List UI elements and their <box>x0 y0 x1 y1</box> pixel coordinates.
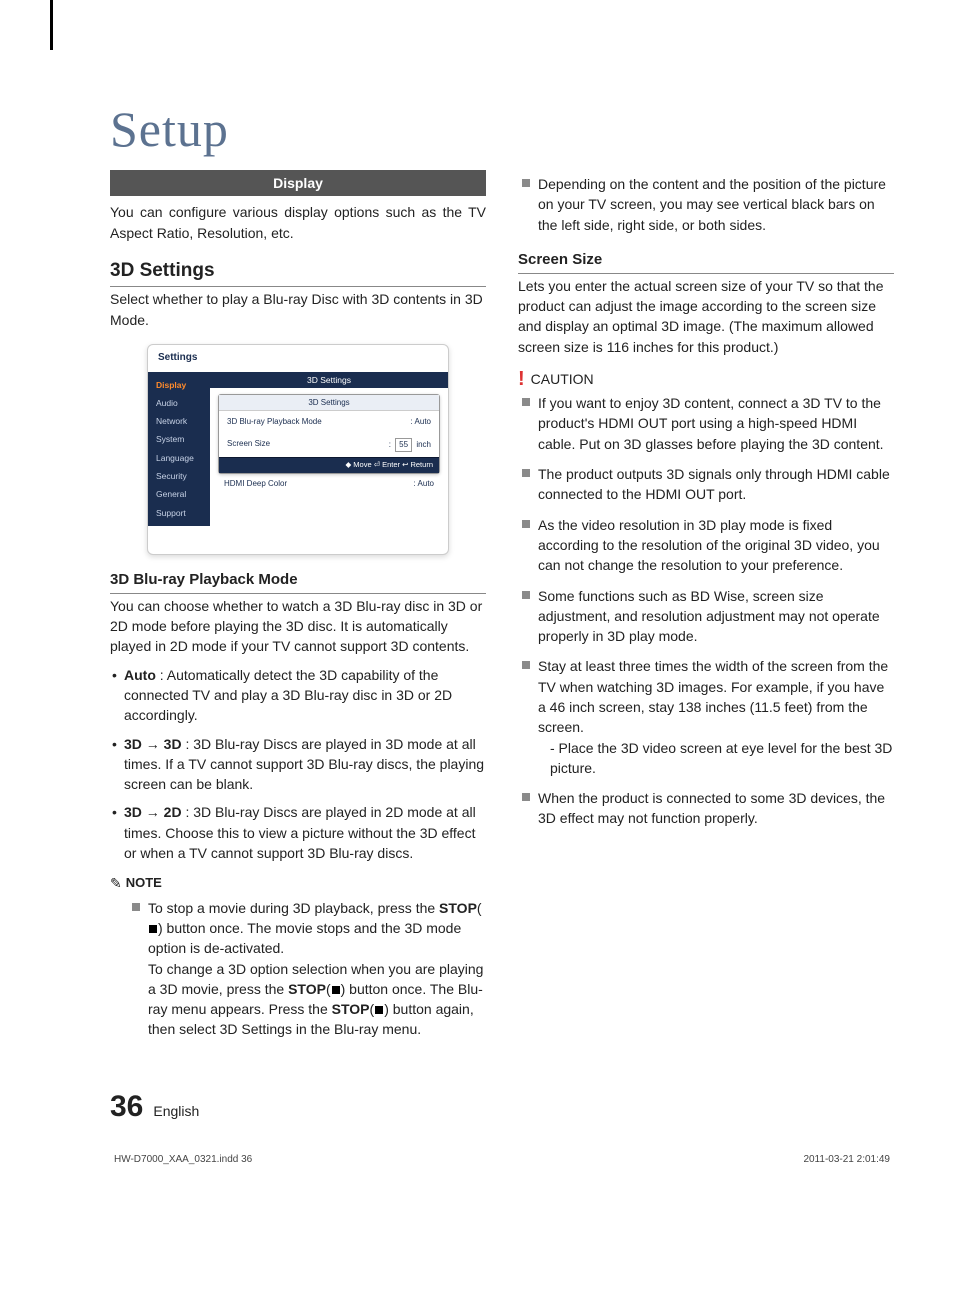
sidebar-item-audio: Audio <box>148 394 210 412</box>
sidebar-item-display: Display <box>148 376 210 394</box>
sidebar-item-language: Language <box>148 449 210 467</box>
stop-2: STOP <box>288 981 326 997</box>
right-intro: Depending on the content and the positio… <box>522 174 894 235</box>
page-footer: 36 English <box>110 1090 894 1124</box>
intro-text: You can configure various display option… <box>110 202 486 243</box>
stop-icon <box>149 925 157 933</box>
panel-sidebar: Display Audio Network System Language Se… <box>148 372 210 527</box>
sidebar-item-support: Support <box>148 504 210 522</box>
sidebar-item-network: Network <box>148 412 210 430</box>
right-column: Depending on the content and the positio… <box>518 170 894 1050</box>
note-heading: ✎ NOTE <box>110 873 486 893</box>
row2-suffix: inch <box>416 440 431 449</box>
caution-item-0: If you want to enjoy 3D content, connect… <box>522 393 894 454</box>
note-item: To stop a movie during 3D playback, pres… <box>132 898 486 1040</box>
row1-label: 3D Blu-ray Playback Mode <box>227 416 322 428</box>
stop-1: STOP <box>439 900 477 916</box>
caution-list: If you want to enjoy 3D content, connect… <box>518 393 894 829</box>
screen-size-desc: Lets you enter the actual screen size of… <box>518 276 894 357</box>
dialog-title: 3D Settings <box>219 395 439 412</box>
bottom-label: HDMI Deep Color <box>224 478 287 490</box>
bottom-value: : Auto <box>414 478 434 490</box>
section-banner-display: Display <box>110 170 486 196</box>
row2-value: : 55 inch <box>389 438 431 452</box>
panel-title: Settings <box>148 345 448 372</box>
right-intro-list: Depending on the content and the positio… <box>518 174 894 235</box>
heading-3d-settings: 3D Settings <box>110 257 486 288</box>
option-auto-label: Auto <box>124 667 156 683</box>
row1-value: : Auto <box>411 416 431 428</box>
option-3d2d: 3D → 2D : 3D Blu-ray Discs are played in… <box>110 802 486 863</box>
heading-screen-size: Screen Size <box>518 249 894 274</box>
caution-heading: ! CAUTION <box>518 369 894 389</box>
caution-item-last: When the product is connected to some 3D… <box>522 788 894 829</box>
left-column: Display You can configure various displa… <box>110 170 486 1050</box>
playback-desc: You can choose whether to watch a 3D Blu… <box>110 596 486 657</box>
panel-main-header: 3D Settings <box>210 372 448 388</box>
dialog-3d-settings: 3D Settings 3D Blu-ray Playback Mode : A… <box>218 394 440 474</box>
caution-stay-sub: - Place the 3D video screen at eye level… <box>538 738 894 779</box>
note-list: To stop a movie during 3D playback, pres… <box>110 898 486 1040</box>
stop-3: STOP <box>332 1001 370 1017</box>
print-footer: HW-D7000_XAA_0321.indd 36 2011-03-21 2:0… <box>110 1154 894 1165</box>
page-language: English <box>153 1103 199 1119</box>
sidebar-item-security: Security <box>148 467 210 485</box>
playback-options-list: Auto : Automatically detect the 3D capab… <box>110 665 486 864</box>
row2-prefix: : <box>389 440 391 449</box>
print-right: 2011-03-21 2:01:49 <box>803 1154 890 1165</box>
panel-bottom-row: HDMI Deep Color : Auto <box>216 474 442 490</box>
option-3d3d-label: 3D → 3D <box>124 736 182 752</box>
note-a: To stop a movie during 3D playback, pres… <box>148 900 439 916</box>
caution-item-3: Some functions such as BD Wise, screen s… <box>522 586 894 647</box>
settings-panel: Settings Display Audio Network System La… <box>147 344 449 555</box>
stop-icon <box>375 1006 383 1014</box>
page-title: Setup <box>110 100 894 158</box>
panel-main: 3D Settings 3D Settings 3D Blu-ray Playb… <box>210 372 448 527</box>
option-auto-text: : Automatically detect the 3D capability… <box>124 667 452 724</box>
caution-item-2: As the video resolution in 3D play mode … <box>522 515 894 576</box>
option-3d3d: 3D → 3D : 3D Blu-ray Discs are played in… <box>110 734 486 795</box>
settings3d-desc: Select whether to play a Blu-ray Disc wi… <box>110 289 486 330</box>
sidebar-item-general: General <box>148 485 210 503</box>
note-icon: ✎ <box>110 873 122 893</box>
caution-stay-text: Stay at least three times the width of t… <box>538 658 888 735</box>
print-left: HW-D7000_XAA_0321.indd 36 <box>114 1154 252 1165</box>
heading-playback-mode: 3D Blu-ray Playback Mode <box>110 569 486 594</box>
page-number: 36 <box>110 1090 143 1124</box>
note-label: NOTE <box>126 874 162 893</box>
row2-label: Screen Size <box>227 438 270 452</box>
note-b: ) button once. The movie stops and the 3… <box>148 920 461 956</box>
option-auto: Auto : Automatically detect the 3D capab… <box>110 665 486 726</box>
caution-icon: ! <box>518 372 525 386</box>
stop-icon <box>332 986 340 994</box>
caution-label: CAUTION <box>531 369 594 389</box>
dialog-row-playback: 3D Blu-ray Playback Mode : Auto <box>219 411 439 433</box>
caution-item-1: The product outputs 3D signals only thro… <box>522 464 894 505</box>
caution-item-stay: Stay at least three times the width of t… <box>522 656 894 778</box>
option-3d2d-label: 3D → 2D <box>124 804 182 820</box>
sidebar-item-system: System <box>148 430 210 448</box>
dialog-footer: ◆ Move ⏎ Enter ↩ Return <box>219 457 439 473</box>
dialog-row-screensize: Screen Size : 55 inch <box>219 433 439 457</box>
row2-box: 55 <box>395 438 412 452</box>
crop-mark <box>50 0 53 50</box>
